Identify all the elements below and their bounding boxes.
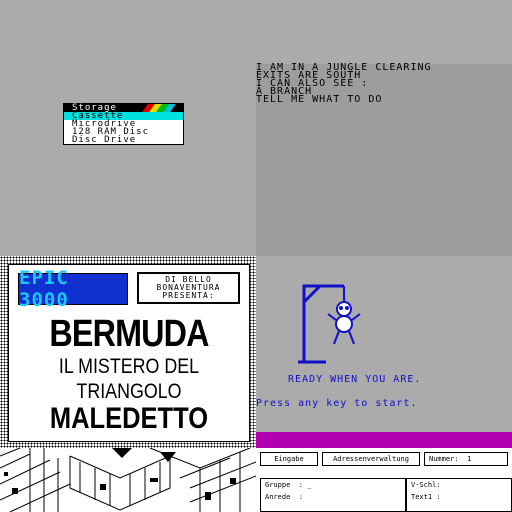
game-title: BERMUDA <box>49 313 209 355</box>
press-key-prompt: Press any key to start. <box>256 398 418 409</box>
ready-text: READY WHEN YOU ARE. <box>288 374 422 385</box>
title-card: EPIC 3000 DI BELLO BONAVENTURA PRESENTA:… <box>8 264 250 442</box>
hangman-figure-icon <box>327 301 361 345</box>
bermuda-screen: EPIC 3000 DI BELLO BONAVENTURA PRESENTA:… <box>0 256 256 512</box>
menu-item-disc-drive[interactable]: Disc Drive <box>64 136 183 145</box>
epic-badge: EPIC 3000 <box>18 267 128 311</box>
storage-menu: Storage Cassette Microdrive 128 RAM Disc… <box>63 103 184 145</box>
gallows-graphic <box>298 284 361 364</box>
magenta-bar <box>256 432 512 448</box>
salutation-field[interactable]: Anrede : <box>265 491 405 503</box>
vschl-field[interactable]: V-Schl: <box>411 479 511 491</box>
credit-line: PRESENTA: <box>162 291 215 300</box>
isometric-city-graphic <box>0 447 256 512</box>
isometric-graphic <box>0 447 256 512</box>
subtitle-line: TRIANGOLO <box>76 380 182 403</box>
name-section: Gruppe : _ Anrede : <box>260 478 406 512</box>
number-label: Nummer: <box>429 455 459 463</box>
rainbow-stripes-icon <box>139 104 179 112</box>
number-value: 1 <box>466 455 472 463</box>
storage-screen: Storage Cassette Microdrive 128 RAM Disc… <box>0 0 256 256</box>
hangman-screen: READY WHEN YOU ARE. Press any key to sta… <box>256 256 512 512</box>
text1-field[interactable]: Text1 : <box>411 491 511 503</box>
address-form: Eingabe Adressenverwaltung Nummer: 1 Gru… <box>256 448 512 512</box>
number-field: Nummer: 1 <box>424 452 508 466</box>
subtitle-line: MALEDETTO <box>49 402 209 435</box>
menu-title: Storage <box>72 103 117 113</box>
credit-box: DI BELLO BONAVENTURA PRESENTA: <box>137 272 240 304</box>
adventure-screen: I AM IN A JUNGLE CLEARING EXITS ARE SOUT… <box>256 0 512 256</box>
form-title: Adressenverwaltung <box>322 452 420 466</box>
subtitle-line: IL MISTERO DEL <box>58 355 200 378</box>
adventure-prompt: TELL ME WHAT TO DO <box>256 94 383 105</box>
tab-eingabe[interactable]: Eingabe <box>260 452 318 466</box>
key-section: V-Schl: Text1 : <box>406 478 512 512</box>
group-field[interactable]: Gruppe : _ <box>265 479 405 491</box>
menu-title-bar: Storage <box>64 103 183 113</box>
